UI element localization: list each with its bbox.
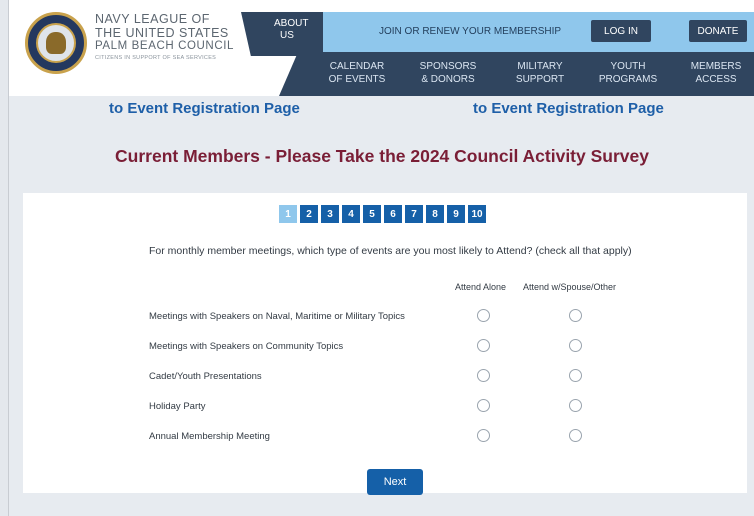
nav-item-label: YOUTH PROGRAMS xyxy=(598,61,658,85)
page-9-button[interactable]: 9 xyxy=(447,205,465,223)
survey-panel: 1 2 3 4 5 6 7 8 9 10 For monthly member … xyxy=(23,193,747,495)
brand-line-3: PALM BEACH COUNCIL xyxy=(95,40,235,52)
next-button[interactable]: Next xyxy=(367,469,423,495)
join-renew-link[interactable]: JOIN OR RENEW YOUR MEMBERSHIP xyxy=(379,26,561,37)
event-registration-link-left[interactable]: to Event Registration Page xyxy=(109,100,300,117)
row-label: Meetings with Speakers on Community Topi… xyxy=(149,341,344,352)
page-8-button[interactable]: 8 xyxy=(426,205,444,223)
column-header-attend-alone: Attend Alone xyxy=(455,282,507,292)
attend-spouse-radio[interactable] xyxy=(569,369,582,382)
seal-inner-ring xyxy=(36,23,76,63)
brand-line-2: THE UNITED STATES xyxy=(95,26,229,40)
nav-members-access[interactable]: MEMBERS ACCESS xyxy=(681,60,751,86)
survey-row: Annual Membership Meeting xyxy=(149,429,629,445)
page-6-button[interactable]: 6 xyxy=(384,205,402,223)
attend-spouse-radio[interactable] xyxy=(569,309,582,322)
nav-youth-programs[interactable]: YOUTH PROGRAMS xyxy=(591,60,665,86)
row-label: Annual Membership Meeting xyxy=(149,431,270,442)
attend-spouse-radio[interactable] xyxy=(569,399,582,412)
attend-spouse-radio[interactable] xyxy=(569,429,582,442)
column-header-attend-spouse: Attend w/Spouse/Other xyxy=(523,282,617,292)
page-2-button[interactable]: 2 xyxy=(300,205,318,223)
event-registration-link-right[interactable]: to Event Registration Page xyxy=(473,100,664,117)
survey-question: For monthly member meetings, which type … xyxy=(149,245,632,257)
page-10-button[interactable]: 10 xyxy=(468,205,486,223)
utility-nav: JOIN OR RENEW YOUR MEMBERSHIP LOG IN DON… xyxy=(251,12,754,52)
attend-alone-radio[interactable] xyxy=(477,309,490,322)
page-3-button[interactable]: 3 xyxy=(321,205,339,223)
page-7-button[interactable]: 7 xyxy=(405,205,423,223)
nav-item-label: MEMBERS ACCESS xyxy=(690,61,742,85)
survey-row: Meetings with Speakers on Community Topi… xyxy=(149,339,629,355)
login-button[interactable]: LOG IN xyxy=(591,20,651,42)
nav-about-label: ABOUT US xyxy=(274,18,309,41)
survey-row: Holiday Party xyxy=(149,399,629,415)
site-header: NAVY LEAGUE OF THE UNITED STATES PALM BE… xyxy=(9,0,754,96)
page-5-button[interactable]: 5 xyxy=(363,205,381,223)
brand-name[interactable]: NAVY LEAGUE OF THE UNITED STATES PALM BE… xyxy=(95,12,234,61)
brand-tagline: CITIZENS IN SUPPORT OF SEA SERVICES xyxy=(95,55,217,61)
nav-calendar-of-events[interactable]: CALENDAR OF EVENTS xyxy=(317,60,397,86)
survey-title: Current Members - Please Take the 2024 C… xyxy=(115,146,649,166)
nav-item-label: SPONSORS & DONORS xyxy=(419,61,477,85)
attend-alone-radio[interactable] xyxy=(477,339,490,352)
council-seal-logo[interactable] xyxy=(25,12,87,74)
survey-row: Meetings with Speakers on Naval, Maritim… xyxy=(149,309,629,325)
page-1-button[interactable]: 1 xyxy=(279,205,297,223)
row-label: Cadet/Youth Presentations xyxy=(149,371,262,382)
brand-line-1: NAVY LEAGUE OF xyxy=(95,12,210,26)
attend-alone-radio[interactable] xyxy=(477,429,490,442)
nav-item-label: MILITARY SUPPORT xyxy=(515,61,565,85)
attend-alone-radio[interactable] xyxy=(477,399,490,412)
page-frame: NAVY LEAGUE OF THE UNITED STATES PALM BE… xyxy=(8,0,754,516)
main-nav: CALENDAR OF EVENTS SPONSORS & DONORS MIL… xyxy=(279,52,754,96)
eagle-icon xyxy=(46,32,66,54)
survey-row: Cadet/Youth Presentations xyxy=(149,369,629,385)
donate-button[interactable]: DONATE xyxy=(689,20,747,42)
survey-pagination: 1 2 3 4 5 6 7 8 9 10 xyxy=(279,205,486,223)
attend-spouse-radio[interactable] xyxy=(569,339,582,352)
nav-military-support[interactable]: MILITARY SUPPORT xyxy=(505,60,575,86)
page-4-button[interactable]: 4 xyxy=(342,205,360,223)
row-label: Holiday Party xyxy=(149,401,206,412)
nav-sponsors-donors[interactable]: SPONSORS & DONORS xyxy=(409,60,487,86)
row-label: Meetings with Speakers on Naval, Maritim… xyxy=(149,311,405,322)
nav-item-label: CALENDAR OF EVENTS xyxy=(328,61,386,85)
nav-about-us[interactable]: ABOUT US xyxy=(241,12,323,56)
attend-alone-radio[interactable] xyxy=(477,369,490,382)
